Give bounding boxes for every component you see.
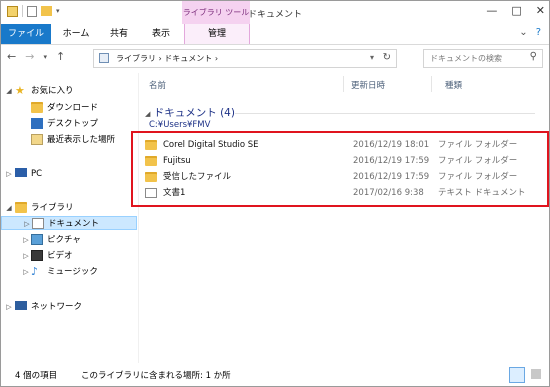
sidebar-item-documents[interactable]: ▷ ドキュメント xyxy=(1,216,137,230)
expand-arrow-icon[interactable]: ▷ xyxy=(22,217,32,231)
close-icon[interactable]: ✕ xyxy=(536,4,545,17)
sidebar-item-pc[interactable]: ▷ PC xyxy=(1,167,137,181)
file-date: 2016/12/19 18:01 xyxy=(353,140,430,150)
title-bar: ▾ ライブラリ ツール ドキュメント — □ ✕ xyxy=(1,1,549,24)
address-row: ← → ▾ ↑ ライブラリ › ドキュメント › ▾ ↻ ドキュメントの検索 ⚲ xyxy=(1,45,549,71)
sidebar-item-desktop[interactable]: デスクトップ xyxy=(1,117,137,131)
ribbon-tabs: ファイル ホーム 共有 表示 管理 ⌄ ? xyxy=(1,24,549,45)
library-icon xyxy=(99,53,109,63)
search-placeholder: ドキュメントの検索 xyxy=(430,54,502,63)
file-row[interactable]: 受信したファイル 2016/12/19 17:59 ファイル フォルダー xyxy=(145,169,535,185)
file-type: テキスト ドキュメント xyxy=(438,188,526,198)
file-name: 文書1 xyxy=(163,188,186,198)
back-icon[interactable]: ← xyxy=(7,50,16,64)
window-title: ドキュメント xyxy=(247,10,302,20)
group-divider xyxy=(235,113,535,114)
ribbon-right-controls: ⌄ ? xyxy=(519,27,541,38)
group-title: ドキュメント (4) xyxy=(153,107,235,119)
sidebar-item-music[interactable]: ▷ ♪ ミュージック xyxy=(1,265,137,279)
star-icon: ★ xyxy=(15,84,25,97)
expand-arrow-icon[interactable]: ▷ xyxy=(4,167,14,181)
sidebar-item-recent-places[interactable]: 最近表示した場所 xyxy=(1,133,137,147)
file-row[interactable]: Fujitsu 2016/12/19 17:59 ファイル フォルダー xyxy=(145,153,535,169)
address-bar[interactable]: ライブラリ › ドキュメント › ▾ ↻ xyxy=(93,49,397,68)
tab-home[interactable]: ホーム xyxy=(56,24,96,44)
column-divider[interactable] xyxy=(431,76,432,92)
address-path[interactable]: ライブラリ › ドキュメント › xyxy=(116,53,218,64)
file-date: 2016/12/19 17:59 xyxy=(353,172,430,182)
folder-icon xyxy=(145,140,157,150)
search-box[interactable]: ドキュメントの検索 ⚲ xyxy=(423,49,543,68)
downloads-icon xyxy=(31,102,43,113)
sidebar-item-network[interactable]: ▷ ネットワーク xyxy=(1,300,137,314)
file-row[interactable]: 文書1 2017/02/16 9:38 テキスト ドキュメント xyxy=(145,185,535,201)
navigation-pane: ◢ ★ お気に入り ダウンロード デスクトップ 最近表示した場所 ▷ PC ◢ … xyxy=(1,73,137,363)
videos-icon xyxy=(31,250,43,261)
collapse-arrow-icon[interactable]: ◢ xyxy=(4,201,14,215)
desktop-icon xyxy=(31,118,43,129)
file-row[interactable]: Corel Digital Studio SE 2016/12/19 18:01… xyxy=(145,137,535,153)
item-count: 4 個の項目 xyxy=(15,371,58,381)
file-date: 2016/12/19 17:59 xyxy=(353,156,430,166)
content-pane: 名前 更新日時 種類 ◢ ドキュメント (4) C:¥Users¥FMV Cor… xyxy=(131,73,549,363)
refresh-icon[interactable]: ↻ xyxy=(383,52,391,63)
explorer-window: ▾ ライブラリ ツール ドキュメント — □ ✕ ファイル ホーム 共有 表示 … xyxy=(0,0,550,387)
text-file-icon xyxy=(145,188,157,198)
expand-ribbon-icon[interactable]: ⌄ xyxy=(519,27,527,38)
window-controls: — □ ✕ xyxy=(486,4,545,17)
expand-arrow-icon[interactable]: ▷ xyxy=(21,265,31,279)
group-path: C:¥Users¥FMV xyxy=(149,120,211,130)
music-icon: ♪ xyxy=(31,265,39,278)
tab-file[interactable]: ファイル xyxy=(1,24,51,44)
column-header-type[interactable]: 種類 xyxy=(445,79,462,91)
navigation-buttons: ← → ▾ ↑ xyxy=(7,50,65,64)
help-icon[interactable]: ? xyxy=(536,27,541,38)
address-dropdown-icon[interactable]: ▾ xyxy=(370,53,374,62)
minimize-icon[interactable]: — xyxy=(486,4,497,17)
file-name: Fujitsu xyxy=(163,156,191,166)
up-icon[interactable]: ↑ xyxy=(56,50,65,64)
file-date: 2017/02/16 9:38 xyxy=(353,188,424,198)
recent-places-icon xyxy=(31,134,43,145)
documents-icon xyxy=(32,218,44,229)
tab-manage[interactable]: 管理 xyxy=(184,24,250,44)
recent-locations-icon[interactable]: ▾ xyxy=(43,50,47,64)
details-view-icon[interactable] xyxy=(509,367,525,383)
file-type: ファイル フォルダー xyxy=(438,140,518,150)
maximize-icon[interactable]: □ xyxy=(511,4,521,17)
sidebar-item-videos[interactable]: ▷ ビデオ xyxy=(1,249,137,263)
library-locations: このライブラリに含まれる場所: 1 か所 xyxy=(81,371,231,381)
file-type: ファイル フォルダー xyxy=(438,156,518,166)
sidebar-item-library[interactable]: ◢ ライブラリ xyxy=(1,201,137,215)
folder-icon xyxy=(145,172,157,182)
sidebar-item-downloads[interactable]: ダウンロード xyxy=(1,101,137,115)
library-icon xyxy=(15,202,27,213)
status-bar: 4 個の項目 このライブラリに含まれる場所: 1 か所 xyxy=(1,363,549,386)
file-name: Corel Digital Studio SE xyxy=(163,140,259,150)
tab-share[interactable]: 共有 xyxy=(99,24,139,44)
sidebar-item-pictures[interactable]: ▷ ピクチャ xyxy=(1,233,137,247)
pc-icon xyxy=(15,168,27,177)
network-icon xyxy=(15,301,27,310)
forward-icon[interactable]: → xyxy=(25,50,34,64)
large-icons-view-icon[interactable] xyxy=(529,367,543,381)
group-header[interactable]: ◢ ドキュメント (4) xyxy=(145,105,235,120)
column-header-name[interactable]: 名前 xyxy=(149,79,166,91)
pictures-icon xyxy=(31,234,43,245)
expand-arrow-icon[interactable]: ▷ xyxy=(21,249,31,263)
file-type: ファイル フォルダー xyxy=(438,172,518,182)
collapse-group-icon[interactable]: ◢ xyxy=(145,110,150,118)
column-divider[interactable] xyxy=(343,76,344,92)
expand-arrow-icon[interactable]: ▷ xyxy=(21,233,31,247)
folder-icon xyxy=(145,156,157,166)
expand-arrow-icon[interactable]: ▷ xyxy=(4,300,14,314)
search-icon[interactable]: ⚲ xyxy=(530,51,537,62)
sidebar-item-favorites[interactable]: ◢ ★ お気に入り xyxy=(1,84,137,98)
column-header-date[interactable]: 更新日時 xyxy=(351,79,385,91)
collapse-arrow-icon[interactable]: ◢ xyxy=(4,84,14,98)
tab-view[interactable]: 表示 xyxy=(141,24,181,44)
file-name: 受信したファイル xyxy=(163,172,232,182)
